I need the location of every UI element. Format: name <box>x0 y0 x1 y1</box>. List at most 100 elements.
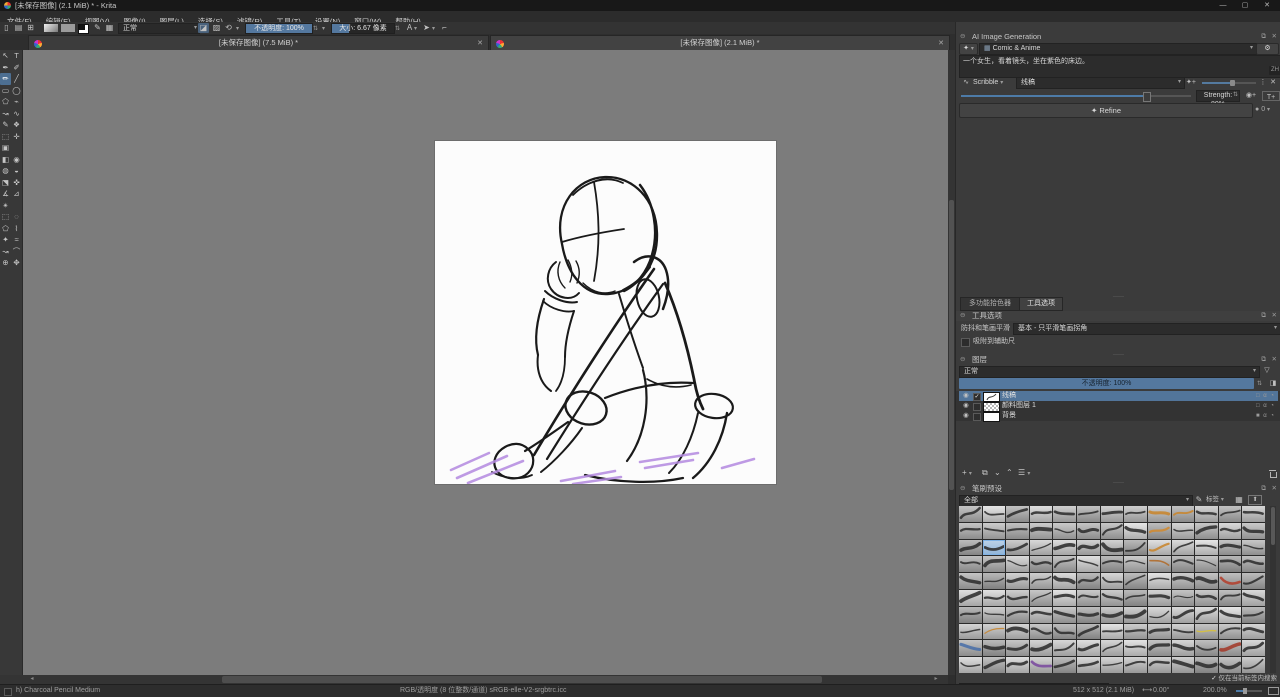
close-icon[interactable]: ✕ <box>1272 484 1277 494</box>
gradient-chooser[interactable] <box>44 24 58 32</box>
pan-tool[interactable]: ✥ <box>11 257 22 269</box>
brush-preset-thumbnail[interactable] <box>1006 607 1029 623</box>
ai-settings-button[interactable]: ⚙ <box>1256 43 1279 55</box>
brush-preset-thumbnail[interactable] <box>983 540 1006 556</box>
brush-preset-thumbnail[interactable] <box>1242 640 1265 656</box>
layer-opacity-slider[interactable]: 不透明度: 100% <box>959 378 1254 389</box>
open-document-icon[interactable]: ▤ <box>13 23 24 33</box>
brush-preset-thumbnail[interactable] <box>1030 573 1053 589</box>
crop-tool[interactable]: ▣ <box>0 142 11 154</box>
strength-slider[interactable] <box>961 95 1191 97</box>
brush-preset-thumbnail[interactable] <box>1053 624 1076 640</box>
freehand-path-tool[interactable]: ∿ <box>11 108 22 120</box>
scroll-right-icon[interactable]: ▸ <box>932 676 940 683</box>
chevron-down-icon[interactable]: ▾ <box>322 25 325 32</box>
search-current-tag-checkbox[interactable]: ✓ 仅在当前标签内搜索 <box>1211 674 1277 684</box>
float-docker-icon[interactable]: ⧉ <box>1261 355 1266 365</box>
brush-preset-thumbnail[interactable] <box>1053 573 1076 589</box>
gradient-tool[interactable]: ◧ <box>0 154 11 166</box>
brush-preset-thumbnail[interactable] <box>1053 607 1076 623</box>
brush-preset-thumbnail[interactable] <box>1124 506 1147 522</box>
polygon-select-tool[interactable]: ⬠ <box>0 223 11 235</box>
strength-value-box[interactable]: Strength: 80%⇅ <box>1196 90 1240 102</box>
zoom-slider[interactable] <box>1236 690 1262 692</box>
add-layer-button[interactable]: + ▾ <box>962 468 972 477</box>
collapse-icon[interactable]: ⊖ <box>960 311 965 321</box>
move-tool[interactable]: ✛ <box>11 131 22 143</box>
brush-toggle-checkbox[interactable] <box>4 688 12 696</box>
size-spinner[interactable]: ⇅ <box>395 25 400 32</box>
brush-preset-thumbnail[interactable] <box>1195 590 1218 606</box>
close-icon[interactable]: ✕ <box>1272 311 1277 321</box>
brush-preset-thumbnail[interactable] <box>1195 523 1218 539</box>
layer-checkbox[interactable] <box>973 403 981 411</box>
language-badge[interactable]: ZH <box>1269 66 1280 75</box>
brush-preset-thumbnail[interactable] <box>1242 607 1265 623</box>
opacity-spinner[interactable]: ⇅ <box>313 25 318 32</box>
brush-preset-thumbnail[interactable] <box>959 556 982 572</box>
move-layer-down-icon[interactable]: ⌄ <box>994 468 1001 477</box>
brush-preset-thumbnail[interactable] <box>1195 657 1218 673</box>
brush-editor-icon[interactable]: ✎ <box>92 23 103 33</box>
layer-row-2[interactable]: ◉颜料图层 1□ α ◔ <box>959 401 1278 411</box>
chevron-down-icon[interactable]: ▾ <box>414 25 417 32</box>
mini-slider[interactable] <box>1202 82 1256 84</box>
reload-preset-icon[interactable]: ⟲ <box>223 23 234 33</box>
tag-button[interactable]: 标签 ▾ <box>1206 495 1224 505</box>
brush-preset-thumbnail[interactable] <box>1030 590 1053 606</box>
layer-options-icon[interactable]: ◨ <box>1267 378 1279 389</box>
brush-preset-thumbnail[interactable] <box>1006 640 1029 656</box>
brush-preset-thumbnail[interactable] <box>983 523 1006 539</box>
brush-preset-thumbnail[interactable] <box>1148 573 1171 589</box>
brush-preset-thumbnail[interactable] <box>1124 556 1147 572</box>
brush-preset-thumbnail[interactable] <box>1124 540 1147 556</box>
reference-images-tool[interactable]: ✴ <box>0 200 11 212</box>
move-layer-up-icon[interactable]: ⌃ <box>1006 468 1013 477</box>
scroll-left-icon[interactable]: ◂ <box>28 676 36 683</box>
brush-preset-thumbnail[interactable] <box>1124 590 1147 606</box>
brush-preset-thumbnail[interactable] <box>1030 506 1053 522</box>
layer-lock-icons[interactable]: □ α ◔ <box>1256 391 1275 401</box>
brush-preset-thumbnail[interactable] <box>959 523 982 539</box>
brush-preset-thumbnail[interactable] <box>983 624 1006 640</box>
brush-preset-thumbnail[interactable] <box>1124 607 1147 623</box>
brush-preset-thumbnail[interactable] <box>1124 573 1147 589</box>
brush-preset-thumbnail[interactable] <box>1148 540 1171 556</box>
minimize-button[interactable]: — <box>1212 0 1234 11</box>
brush-preset-thumbnail[interactable] <box>1148 640 1171 656</box>
brush-preset-thumbnail[interactable] <box>1101 590 1124 606</box>
layer-checkbox[interactable]: ✓ <box>973 393 981 401</box>
wrap-around-icon[interactable]: ⌐ <box>439 23 450 33</box>
brush-preset-thumbnail[interactable] <box>983 607 1006 623</box>
preserve-alpha-icon[interactable]: ▨ <box>211 23 222 33</box>
brush-preset-thumbnail[interactable] <box>1219 657 1242 673</box>
maximize-button[interactable]: ▢ <box>1234 0 1256 11</box>
brush-preset-thumbnail[interactable] <box>1219 506 1242 522</box>
layer-lock-icons[interactable]: ■ α ◔ <box>1256 411 1275 421</box>
multibrush-tool[interactable]: ❖ <box>11 119 22 131</box>
brush-preset-thumbnail[interactable] <box>1101 523 1124 539</box>
flow-icon[interactable]: ➤ <box>421 23 432 33</box>
layer-blend-mode-select[interactable]: 正常▾ <box>959 366 1260 378</box>
ellipse-tool[interactable]: ◯ <box>11 85 22 97</box>
enclose-fill-tool[interactable]: ◒ <box>11 165 22 177</box>
brush-preset-thumbnail[interactable] <box>1053 657 1076 673</box>
brush-preset-thumbnail[interactable] <box>1077 657 1100 673</box>
brush-preset-thumbnail[interactable] <box>1101 540 1124 556</box>
brush-preset-thumbnail[interactable] <box>1053 556 1076 572</box>
stylus-icon[interactable]: ✎ <box>1194 494 1204 505</box>
scrollbar-thumb[interactable] <box>222 676 822 683</box>
brush-preset-thumbnail[interactable] <box>1077 590 1100 606</box>
chevron-down-icon[interactable]: ▾ <box>432 25 435 32</box>
new-document-icon[interactable]: ▯ <box>1 23 12 33</box>
text-tool[interactable]: T <box>11 50 22 62</box>
brush-preset-thumbnail[interactable] <box>1195 556 1218 572</box>
brush-preset-thumbnail[interactable] <box>1172 506 1195 522</box>
brush-preset-thumbnail[interactable] <box>1172 523 1195 539</box>
brush-preset-thumbnail[interactable] <box>1101 573 1124 589</box>
brush-preset-thumbnail[interactable] <box>1195 640 1218 656</box>
close-icon[interactable]: ✕ <box>477 36 483 51</box>
brush-preset-thumbnail[interactable] <box>1077 556 1100 572</box>
polyline-tool[interactable]: ⌁ <box>11 96 22 108</box>
document-tab-1[interactable]: [未保存图像] (7.5 MiB) * ✕ <box>28 35 489 51</box>
